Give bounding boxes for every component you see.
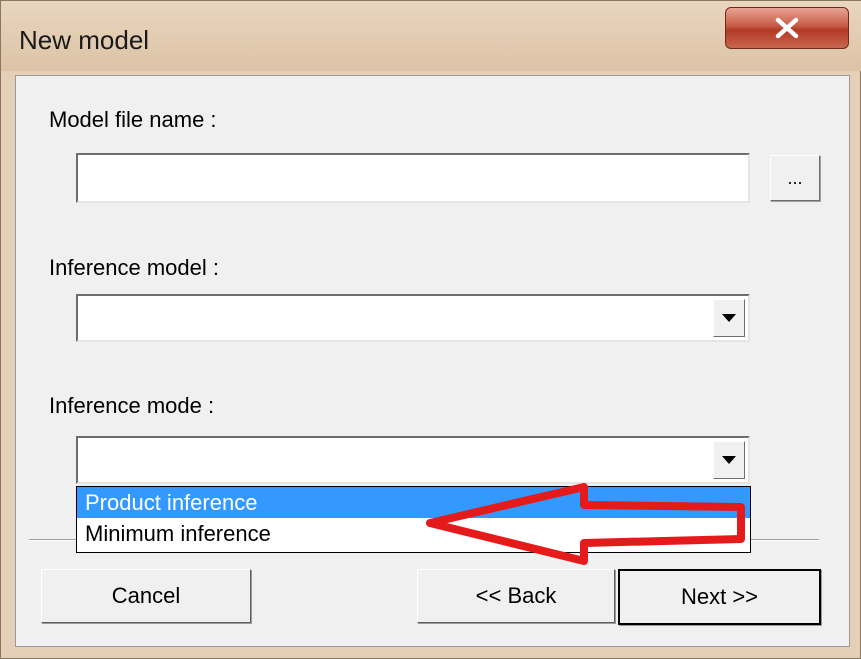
close-icon: [775, 17, 799, 39]
inference-mode-label: Inference mode :: [49, 393, 215, 418]
model-file-name-input[interactable]: [76, 153, 750, 203]
chevron-down-icon: [722, 314, 736, 322]
window-title: New model: [19, 25, 150, 55]
back-button-label: << Back: [475, 583, 557, 608]
annotation-arrow-icon: [426, 483, 745, 565]
back-button[interactable]: << Back: [417, 569, 615, 623]
inference-model-combo[interactable]: [76, 294, 750, 342]
next-button[interactable]: Next >>: [618, 569, 821, 625]
cancel-button[interactable]: Cancel: [41, 569, 251, 623]
model-file-name-label: Model file name :: [49, 107, 217, 132]
inference-model-label: Inference model :: [49, 255, 219, 280]
cancel-button-label: Cancel: [111, 583, 181, 608]
close-button[interactable]: [725, 7, 849, 49]
browse-button[interactable]: ...: [770, 155, 820, 201]
inference-mode-dropdown-button[interactable]: [713, 441, 745, 479]
chevron-down-icon: [722, 456, 736, 464]
new-model-dialog: New model Model file name : ... Inferenc…: [0, 0, 861, 659]
inference-model-dropdown-button[interactable]: [713, 299, 745, 337]
next-button-label: Next >>: [680, 584, 759, 609]
browse-button-label: ...: [787, 167, 803, 188]
title-bar: New model: [1, 1, 861, 71]
